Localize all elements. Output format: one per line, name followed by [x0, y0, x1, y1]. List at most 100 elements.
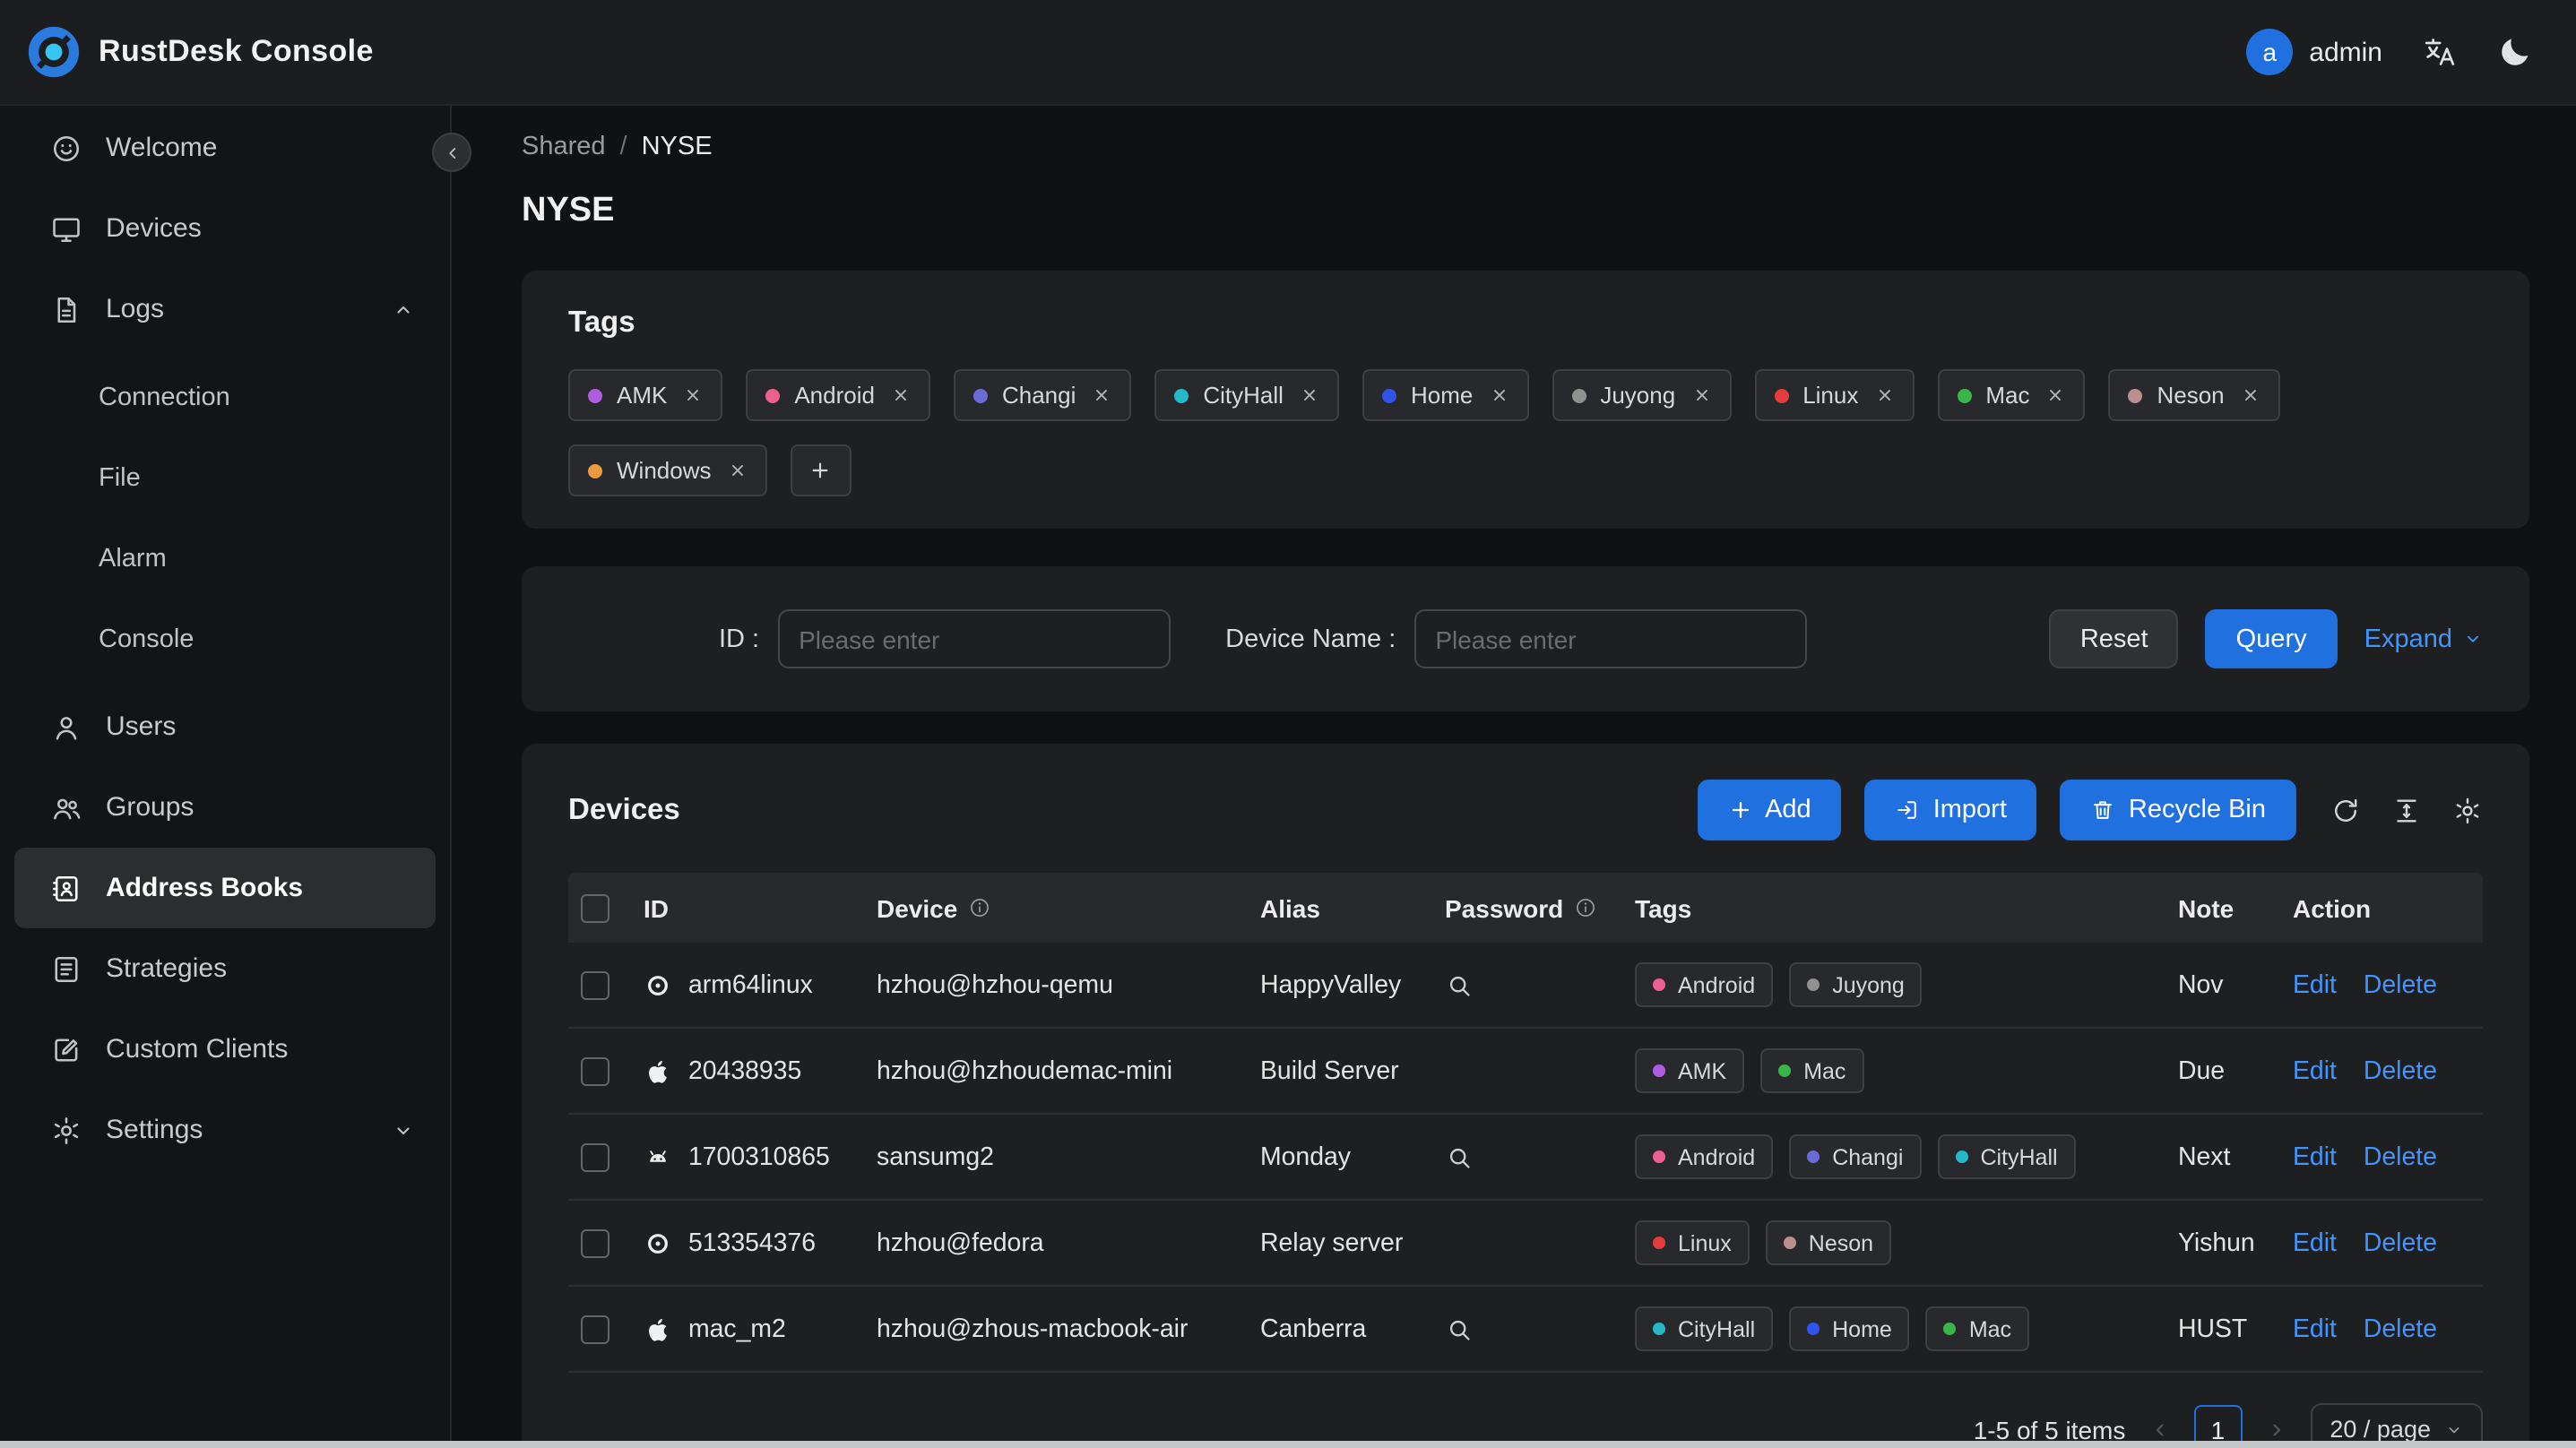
import-button[interactable]: Import	[1864, 780, 2037, 840]
breadcrumb-parent[interactable]: Shared	[522, 133, 606, 161]
id-input[interactable]	[777, 609, 1171, 668]
tag-chip-windows[interactable]: Windows	[568, 444, 767, 496]
chevron-up-icon	[393, 298, 414, 320]
sidebar-item-console[interactable]: Console	[0, 599, 450, 679]
edit-link[interactable]: Edit	[2293, 1056, 2337, 1085]
theme-toggle-moon-icon[interactable]	[2497, 34, 2533, 70]
row-tag-amk: AMK	[1635, 1048, 1745, 1093]
delete-link[interactable]: Delete	[2364, 1228, 2437, 1257]
sidebar-item-groups[interactable]: Groups	[14, 767, 436, 848]
import-button-label: Import	[1932, 796, 2007, 824]
column-label: Password	[1445, 893, 1564, 922]
tag-color-dot	[588, 463, 602, 478]
view-password-icon[interactable]	[1445, 1142, 1474, 1171]
user-icon	[50, 711, 82, 743]
tag-chip-linux[interactable]: Linux	[1754, 369, 1915, 421]
table-settings-icon[interactable]	[2452, 795, 2483, 825]
table-row: mac_m2 hzhou@zhous-macbook-air Canberra Cit…	[568, 1287, 2483, 1373]
team-icon	[50, 791, 82, 823]
column-label: Alias	[1260, 893, 1320, 922]
tag-color-dot	[765, 388, 781, 402]
sidebar-item-label: Welcome	[106, 133, 218, 163]
refresh-icon[interactable]	[2330, 795, 2361, 825]
query-button[interactable]: Query	[2205, 609, 2338, 668]
device-note: HUST	[2178, 1314, 2248, 1343]
row-checkbox[interactable]	[581, 970, 609, 999]
tag-label: AMK	[1678, 1058, 1727, 1083]
remove-tag-icon[interactable]	[2045, 385, 2065, 405]
table-row: 20438935 hzhou@hzhoudemac-mini Build Serve…	[568, 1029, 2483, 1115]
remove-tag-icon[interactable]	[2241, 385, 2260, 405]
info-icon[interactable]	[968, 896, 991, 919]
tag-chip-home[interactable]: Home	[1361, 369, 1529, 421]
tag-chip-juyong[interactable]: Juyong	[1552, 369, 1732, 421]
delete-link[interactable]: Delete	[2364, 1314, 2437, 1343]
reset-button[interactable]: Reset	[2049, 609, 2179, 668]
edit-link[interactable]: Edit	[2293, 970, 2337, 999]
sidebar-item-logs[interactable]: Logs	[14, 269, 436, 349]
language-icon[interactable]	[2422, 34, 2458, 70]
edit-link[interactable]: Edit	[2293, 1228, 2337, 1257]
remove-tag-icon[interactable]	[1489, 385, 1508, 405]
tag-chip-cityhall[interactable]: CityHall	[1154, 369, 1339, 421]
sidebar-item-file[interactable]: File	[0, 437, 450, 518]
tag-color-dot	[1653, 1151, 1665, 1163]
sidebar-item-strategies[interactable]: Strategies	[14, 928, 436, 1009]
tag-chip-android[interactable]: Android	[746, 369, 930, 421]
sidebar-item-label: Settings	[106, 1115, 203, 1145]
file-text-icon	[50, 293, 82, 325]
remove-tag-icon[interactable]	[891, 385, 911, 405]
remove-tag-icon[interactable]	[1691, 385, 1711, 405]
info-icon[interactable]	[1574, 896, 1597, 919]
add-tag-button[interactable]	[790, 444, 851, 496]
sidebar-item-users[interactable]: Users	[14, 686, 436, 767]
horizontal-scrollbar[interactable]	[0, 1441, 2576, 1448]
sidebar-item-devices[interactable]: Devices	[14, 188, 436, 269]
column-height-icon[interactable]	[2391, 795, 2422, 825]
id-label: ID :	[719, 625, 760, 653]
add-button[interactable]: Add	[1697, 780, 1842, 840]
recycle-bin-button[interactable]: Recycle Bin	[2060, 780, 2296, 840]
sidebar-item-welcome[interactable]: Welcome	[14, 108, 436, 188]
sidebar-item-connection[interactable]: Connection	[0, 357, 450, 437]
tag-color-dot	[1943, 1323, 1957, 1335]
row-tag-android: Android	[1635, 962, 1774, 1007]
sidebar-subitem-label: Console	[99, 625, 194, 653]
row-checkbox[interactable]	[581, 1314, 609, 1343]
row-checkbox[interactable]	[581, 1142, 609, 1171]
edit-link[interactable]: Edit	[2293, 1314, 2337, 1343]
delete-link[interactable]: Delete	[2364, 970, 2437, 999]
remove-tag-icon[interactable]	[1300, 385, 1319, 405]
view-password-icon[interactable]	[1445, 970, 1474, 999]
top-bar-right: a admin	[2246, 29, 2533, 75]
user-menu[interactable]: a admin	[2246, 29, 2382, 75]
previous-page-icon[interactable]	[2148, 1418, 2170, 1440]
tag-chip-amk[interactable]: AMK	[568, 369, 723, 421]
delete-link[interactable]: Delete	[2364, 1142, 2437, 1171]
expand-link[interactable]: Expand	[2364, 625, 2483, 653]
tag-label: Home	[1832, 1316, 1892, 1341]
remove-tag-icon[interactable]	[1092, 385, 1111, 405]
sidebar-item-alarm[interactable]: Alarm	[0, 518, 450, 599]
sidebar-collapse-button[interactable]	[432, 133, 471, 172]
row-checkbox[interactable]	[581, 1056, 609, 1085]
column-tags: Tags	[1635, 893, 2178, 922]
select-all-checkbox[interactable]	[581, 893, 609, 922]
tag-color-dot	[1571, 388, 1586, 402]
column-alias: Alias	[1260, 893, 1445, 922]
delete-link[interactable]: Delete	[2364, 1056, 2437, 1085]
sidebar-item-address-books[interactable]: Address Books	[14, 848, 436, 928]
tag-chip-mac[interactable]: Mac	[1937, 369, 2086, 421]
device-name-input[interactable]	[1413, 609, 1807, 668]
remove-tag-icon[interactable]	[1874, 385, 1894, 405]
tag-chip-neson[interactable]: Neson	[2108, 369, 2280, 421]
next-page-icon[interactable]	[2265, 1418, 2286, 1440]
edit-link[interactable]: Edit	[2293, 1142, 2337, 1171]
sidebar-item-custom-clients[interactable]: Custom Clients	[14, 1009, 436, 1090]
view-password-icon[interactable]	[1445, 1314, 1474, 1343]
remove-tag-icon[interactable]	[728, 461, 748, 480]
sidebar-item-settings[interactable]: Settings	[14, 1090, 436, 1170]
tag-chip-changi[interactable]: Changi	[953, 369, 1132, 421]
remove-tag-icon[interactable]	[683, 385, 703, 405]
row-checkbox[interactable]	[581, 1228, 609, 1257]
